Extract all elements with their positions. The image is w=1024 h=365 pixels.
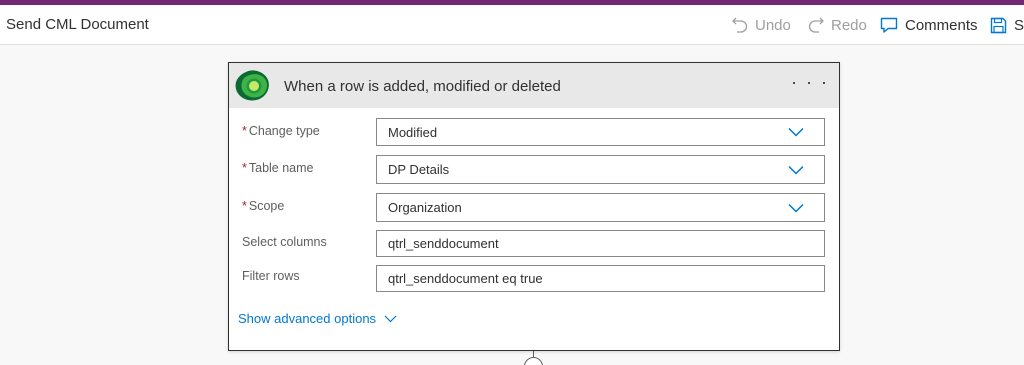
save-button[interactable]: Sa	[990, 14, 1024, 36]
chevron-down-icon	[384, 315, 397, 322]
required-marker: *	[242, 161, 247, 175]
chevron-down-icon	[788, 203, 804, 213]
chevron-down-icon	[788, 127, 804, 137]
redo-label: Redo	[831, 16, 867, 34]
flow-title: Send CML Document	[6, 16, 149, 33]
comment-icon	[880, 17, 898, 33]
filter-rows-input[interactable]: qtrl_senddocument eq true	[376, 265, 825, 292]
show-advanced-options-label: Show advanced options	[238, 311, 377, 326]
required-marker: *	[242, 124, 247, 138]
comments-label: Comments	[905, 16, 978, 34]
table-name-value: DP Details	[388, 162, 450, 177]
scope-label: * Scope	[242, 199, 285, 213]
filter-rows-value: qtrl_senddocument eq true	[388, 271, 543, 286]
more-options-icon[interactable]: · · ·	[791, 73, 829, 91]
chevron-down-icon	[788, 165, 804, 175]
required-marker: *	[242, 199, 247, 213]
trigger-card: When a row is added, modified or deleted…	[228, 62, 840, 351]
show-advanced-options-link[interactable]: Show advanced options	[238, 311, 397, 326]
undo-icon	[732, 17, 748, 33]
undo-label: Undo	[755, 16, 791, 34]
redo-button[interactable]: Redo	[808, 14, 867, 36]
table-name-dropdown[interactable]: DP Details	[376, 155, 825, 184]
save-icon	[990, 17, 1007, 33]
trigger-card-header[interactable]: When a row is added, modified or deleted…	[229, 63, 839, 108]
scope-value: Organization	[388, 200, 462, 215]
undo-button[interactable]: Undo	[732, 14, 791, 36]
trigger-title: When a row is added, modified or deleted	[284, 78, 561, 95]
select-columns-input[interactable]: qtrl_senddocument	[376, 230, 825, 257]
designer-header: Send CML Document Undo Redo Comments S	[0, 5, 1024, 45]
filter-rows-label: Filter rows	[242, 269, 300, 283]
comments-button[interactable]: Comments	[880, 14, 978, 36]
change-type-value: Modified	[388, 124, 438, 140]
table-name-label: * Table name	[242, 161, 314, 175]
redo-icon	[808, 17, 824, 33]
save-label: Sa	[1014, 16, 1024, 34]
dataverse-icon	[235, 70, 269, 101]
select-columns-label: Select columns	[242, 235, 327, 249]
scope-dropdown[interactable]: Organization	[376, 193, 825, 222]
add-step-button[interactable]	[524, 357, 543, 365]
change-type-label: * Change type	[242, 124, 320, 138]
change-type-dropdown[interactable]: Modified	[376, 118, 825, 146]
select-columns-value: qtrl_senddocument	[388, 236, 499, 251]
